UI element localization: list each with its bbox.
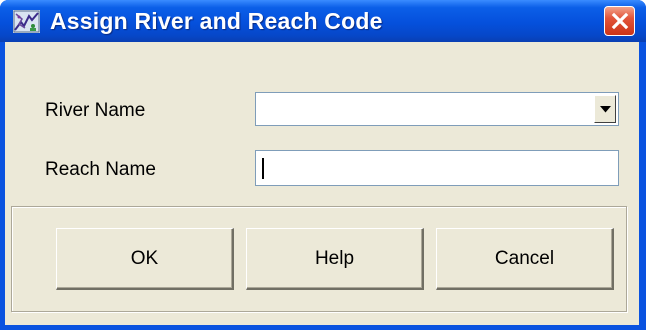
dialog-window: Assign River and Reach Code River Name R… (0, 0, 646, 330)
close-button[interactable] (604, 6, 635, 36)
cancel-button[interactable]: Cancel (436, 228, 614, 290)
title-bar[interactable]: Assign River and Reach Code (0, 0, 646, 42)
window-title: Assign River and Reach Code (50, 8, 383, 34)
river-name-label: River Name (45, 100, 146, 121)
text-caret (262, 158, 264, 179)
app-map-icon (13, 10, 40, 33)
dialog-client-area: River Name Reach Name OK Help Cancel (5, 42, 639, 325)
dropdown-arrow-button[interactable] (594, 95, 616, 123)
reach-name-label: Reach Name (45, 159, 156, 180)
reach-name-input[interactable] (255, 150, 619, 186)
ok-button[interactable]: OK (56, 228, 234, 290)
river-name-dropdown[interactable] (255, 92, 619, 126)
help-button[interactable]: Help (246, 228, 424, 290)
